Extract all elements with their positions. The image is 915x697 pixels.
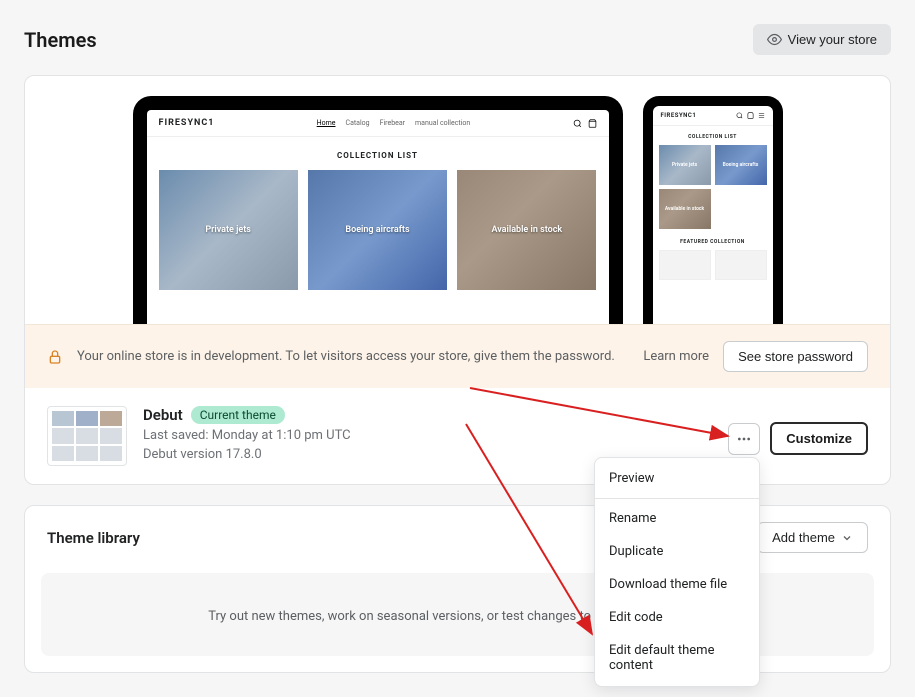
mobile-brand: FIRESYNC1 <box>661 112 697 119</box>
eye-icon <box>767 32 782 47</box>
lock-icon <box>47 349 63 365</box>
mobile-featured-grid <box>653 250 773 280</box>
menu-duplicate[interactable]: Duplicate <box>595 535 759 568</box>
theme-meta: Debut Current theme Last saved: Monday a… <box>143 406 351 466</box>
mock-nav: FIRESYNC1 Home Catalog Firebear manual c… <box>147 110 609 137</box>
mobile-section-title: COLLECTION LIST <box>653 134 773 140</box>
desktop-preview: FIRESYNC1 Home Catalog Firebear manual c… <box>133 96 623 324</box>
search-icon <box>573 119 582 128</box>
theme-actions-menu: Preview Rename Duplicate Download theme … <box>594 457 760 687</box>
add-theme-button[interactable]: Add theme <box>757 522 868 553</box>
theme-version: Debut version 17.8.0 <box>143 447 351 462</box>
see-password-button[interactable]: See store password <box>723 341 868 372</box>
mobile-featured-tile <box>659 250 711 280</box>
mobile-grid: Private jets Boeing aircrafts Available … <box>653 145 773 229</box>
mobile-featured-title: FEATURED COLLECTION <box>653 239 773 245</box>
bag-icon <box>747 112 754 119</box>
mobile-nav: FIRESYNC1 <box>653 106 773 126</box>
dots-icon <box>736 431 752 447</box>
tile-boeing: Boeing aircrafts <box>308 170 447 290</box>
theme-name: Debut <box>143 406 183 424</box>
theme-last-saved: Last saved: Monday at 1:10 pm UTC <box>143 428 351 443</box>
mobile-nav-icons <box>736 112 765 119</box>
mobile-preview: FIRESYNC1 COLLECTION LIST Private jets B… <box>643 96 783 324</box>
mock-links: Home Catalog Firebear manual collection <box>317 119 471 127</box>
menu-rename[interactable]: Rename <box>595 502 759 535</box>
menu-separator <box>595 498 759 499</box>
mock-brand: FIRESYNC1 <box>159 118 215 128</box>
dev-banner: Your online store is in development. To … <box>25 324 890 388</box>
tile-available: Available in stock <box>457 170 596 290</box>
view-store-button[interactable]: View your store <box>753 24 891 55</box>
theme-library-card: Theme library Add theme Try out new them… <box>24 505 891 673</box>
page-title: Themes <box>24 28 97 52</box>
preview-area: FIRESYNC1 Home Catalog Firebear manual c… <box>25 76 890 324</box>
mock-nav-icons <box>573 119 597 128</box>
mobile-tile-available: Available in stock <box>659 189 711 229</box>
theme-thumbnail <box>47 406 127 466</box>
menu-download[interactable]: Download theme file <box>595 568 759 601</box>
search-icon <box>736 112 743 119</box>
mobile-tile-private-jets: Private jets <box>659 145 711 185</box>
mock-grid: Private jets Boeing aircrafts Available … <box>147 170 609 290</box>
bag-icon <box>588 119 597 128</box>
current-theme-card: FIRESYNC1 Home Catalog Firebear manual c… <box>24 75 891 485</box>
mobile-featured-tile <box>715 250 767 280</box>
menu-edit-code[interactable]: Edit code <box>595 601 759 634</box>
view-store-label: View your store <box>788 32 877 47</box>
menu-edit-content[interactable]: Edit default theme content <box>595 634 759 682</box>
current-theme-badge: Current theme <box>191 406 285 424</box>
mobile-tile-boeing: Boeing aircrafts <box>715 145 767 185</box>
theme-row: Debut Current theme Last saved: Monday a… <box>25 388 890 484</box>
mock-section-title: COLLECTION LIST <box>147 151 609 160</box>
chevron-down-icon <box>841 532 853 544</box>
tile-private-jets: Private jets <box>159 170 298 290</box>
menu-preview[interactable]: Preview <box>595 462 759 495</box>
menu-icon <box>758 112 765 119</box>
page-header: Themes View your store <box>24 24 891 55</box>
library-title: Theme library <box>47 529 140 547</box>
learn-more-link[interactable]: Learn more <box>643 349 709 364</box>
banner-message: Your online store is in development. To … <box>77 349 615 364</box>
customize-button[interactable]: Customize <box>770 422 868 455</box>
more-actions-button[interactable] <box>728 423 760 455</box>
